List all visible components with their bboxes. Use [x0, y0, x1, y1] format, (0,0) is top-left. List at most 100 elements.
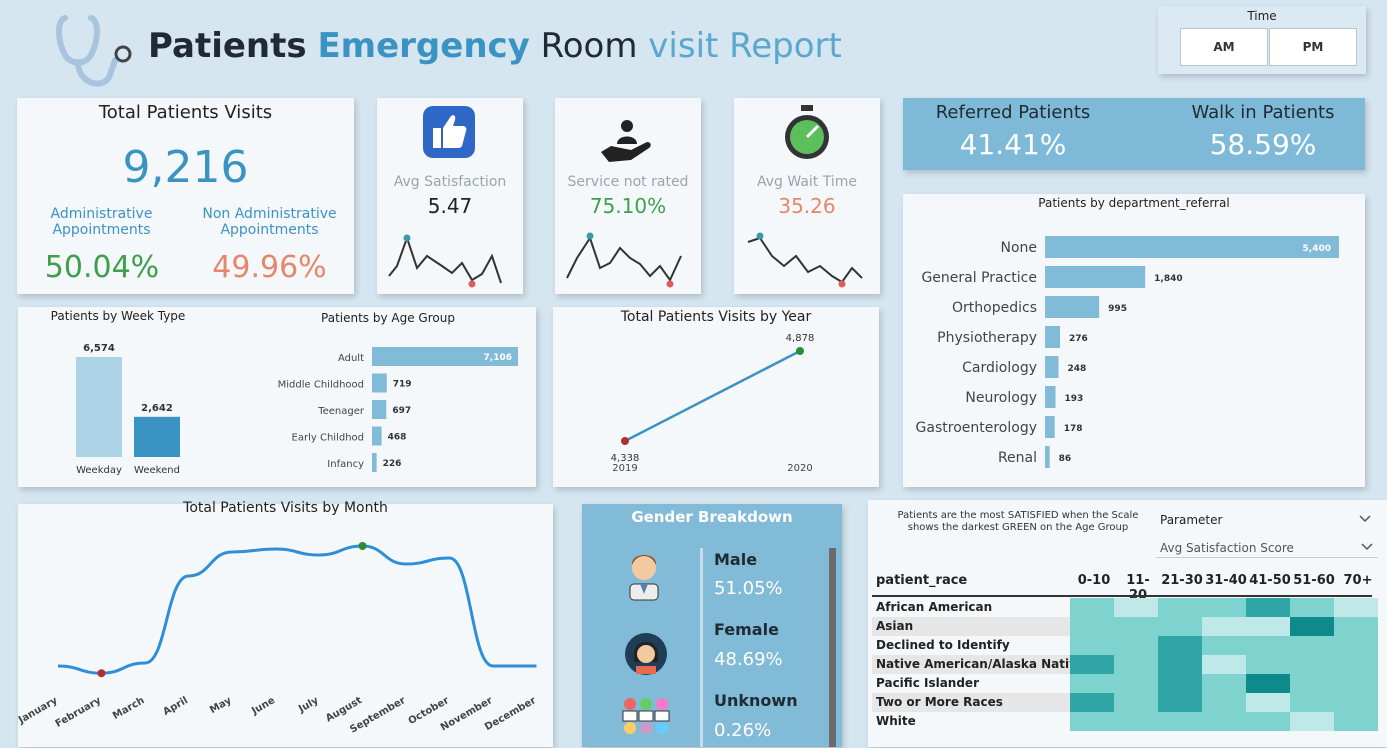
- age-category-label: Early Childhod: [292, 433, 364, 444]
- gender-scrollbar[interactable]: [829, 548, 836, 747]
- month-max-point: [358, 542, 367, 550]
- month-category-label: March: [111, 695, 147, 722]
- group-icon: [620, 694, 672, 744]
- heatmap-cell: [1114, 693, 1158, 712]
- age-bar-label: 7,106: [484, 353, 512, 363]
- heatmap-cell: [1202, 674, 1246, 693]
- thumbs-up-icon: [421, 104, 477, 160]
- age-bar: [372, 400, 387, 419]
- week-bar-label: 6,574: [83, 343, 115, 354]
- age-bar: [372, 453, 377, 472]
- pm-button[interactable]: PM: [1269, 28, 1357, 66]
- avg-satisfaction-value: 5.47: [427, 194, 473, 218]
- dept-bar-label: 1,840: [1154, 274, 1182, 284]
- heatmap-column-header: 70+: [1343, 573, 1373, 588]
- month-category-label: April: [161, 695, 190, 718]
- heatmap-row-label: African American: [876, 600, 993, 614]
- heatmap-cell: [1114, 598, 1158, 617]
- dept-bar: [1045, 326, 1061, 348]
- dept-bar: [1045, 266, 1146, 288]
- heatmap-body: African American Asian Declined to Identif…: [868, 598, 1387, 738]
- heatmap-header-rule: [872, 595, 1372, 597]
- heatmap-cell: [1246, 674, 1290, 693]
- female-value: 48.69%: [714, 649, 783, 670]
- dept-category-label: Orthopedics: [952, 300, 1037, 316]
- dept-category-label: None: [1000, 240, 1037, 256]
- heatmap-cell: [1070, 598, 1114, 617]
- heatmap-card: Patients are the most SATISFIED when the…: [868, 500, 1387, 747]
- dept-bar: [1045, 236, 1339, 258]
- dept-bar-label: 178: [1064, 424, 1083, 434]
- am-button[interactable]: AM: [1180, 28, 1268, 66]
- heatmap-cell: [1290, 617, 1334, 636]
- gender-divider: [700, 548, 703, 747]
- total-visits-card: Total Patients Visits 9,216 Administrati…: [17, 98, 354, 294]
- heatmap-cell: [1290, 598, 1334, 617]
- heatmap-cell: [1290, 674, 1334, 693]
- hand-service-icon: [597, 116, 657, 166]
- age-group-chart: Adult 7,106 Middle Childhood 719 Teenager 697…: [278, 347, 518, 472]
- dept-bar-label: 995: [1108, 304, 1127, 314]
- heatmap-note: Patients are the most SATISFIED when the…: [897, 510, 1139, 533]
- heatmap-cell: [1290, 712, 1334, 731]
- dept-bar: [1045, 296, 1100, 318]
- male-value: 51.05%: [714, 578, 783, 599]
- admin-appointments-label: Administrative Appointments: [50, 206, 153, 238]
- age-bar: [372, 426, 382, 446]
- nonadmin-appointments-value: 49.96%: [212, 250, 327, 285]
- age-bar-label: 719: [393, 380, 412, 390]
- walkin-patients-label: Walk in Patients: [1191, 102, 1335, 123]
- heatmap-column-header: 41-50: [1249, 573, 1291, 588]
- week-age-card: Patients by Week Type Patients by Age Gr…: [18, 307, 536, 487]
- month-category-label: July: [296, 695, 321, 716]
- heatmap-cell: [1070, 693, 1114, 712]
- month-line: [57, 544, 537, 675]
- heatmap-row-label: Native American/Alaska Native: [876, 657, 1086, 671]
- avg-wait-time-card: Avg Wait Time 35.26: [734, 98, 880, 294]
- avg-wait-time-label: Avg Wait Time: [757, 174, 857, 190]
- heatmap-cell: [1334, 693, 1378, 712]
- week-bar-label: 2,642: [141, 403, 173, 414]
- total-visits-title: Total Patients Visits: [98, 102, 273, 123]
- heatmap-row-label: Declined to Identify: [876, 638, 1010, 652]
- week-category-label: Weekend: [134, 465, 180, 476]
- dept-bar-label: 193: [1065, 394, 1084, 404]
- age-bar-label: 468: [388, 433, 407, 443]
- heatmap-cell: [1202, 712, 1246, 731]
- year-category-label: 2020: [787, 463, 812, 474]
- service-not-rated-label: Service not rated: [567, 174, 689, 190]
- month-card: Total Patients Visits by Month January Fe…: [18, 500, 553, 747]
- heatmap-cell: [1334, 617, 1378, 636]
- dept-category-label: Physiotherapy: [937, 330, 1037, 346]
- year-point: [621, 437, 629, 445]
- male-label: Male: [714, 550, 758, 569]
- dept-bar-label: 276: [1069, 334, 1088, 344]
- week-type-chart: 6,574 Weekday 2,642 Weekend: [76, 343, 180, 476]
- heatmap-cell: [1158, 674, 1202, 693]
- dept-bar: [1045, 356, 1059, 378]
- heatmap-cell: [1070, 636, 1114, 655]
- heatmap-row-label: Asian: [876, 619, 914, 633]
- heatmap-cell: [1158, 693, 1202, 712]
- age-category-label: Middle Childhood: [278, 380, 364, 391]
- admin-appointments-value: 50.04%: [44, 250, 160, 285]
- service-not-rated-sparkline: [566, 232, 682, 288]
- heatmap-cell: [1114, 712, 1158, 731]
- heatmap-cell: [1334, 674, 1378, 693]
- heatmap-cell: [1070, 674, 1114, 693]
- page-title: Patients Emergency Room visit Report: [148, 26, 842, 66]
- heatmap-cell: [1158, 598, 1202, 617]
- male-avatar-icon: [626, 550, 662, 602]
- heatmap-cell: [1290, 693, 1334, 712]
- dept-category-label: Cardiology: [962, 360, 1037, 376]
- avg-wait-time-value: 35.26: [778, 194, 836, 218]
- heatmap-cell: [1202, 655, 1246, 674]
- dept-category-label: Renal: [998, 450, 1037, 466]
- parameter-dropdown[interactable]: Avg Satisfaction Score: [1156, 534, 1378, 558]
- heatmap-row-label: White: [876, 714, 916, 728]
- month-title: Total Patients Visits by Month: [183, 500, 388, 516]
- month-category-label: February: [54, 695, 104, 730]
- parameter-collapse-icon[interactable]: [1358, 510, 1372, 524]
- heatmap-cell: [1246, 598, 1290, 617]
- heatmap-row-label: Two or More Races: [876, 695, 1003, 709]
